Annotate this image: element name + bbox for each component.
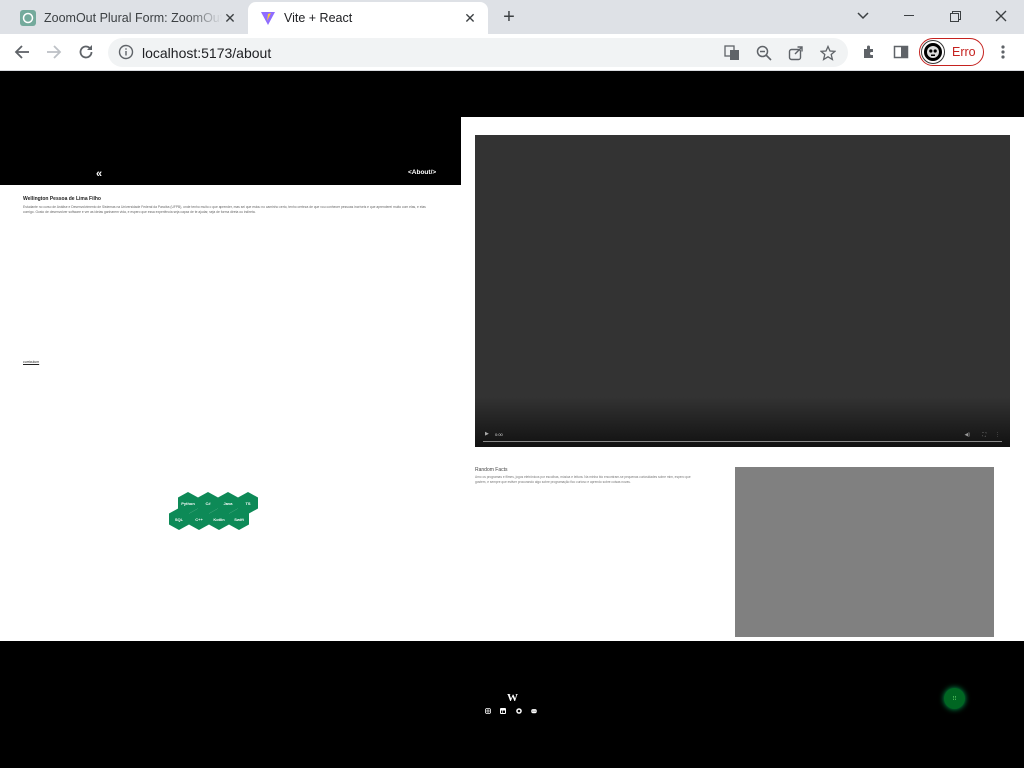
- tab-title: ZoomOut Plural Form: ZoomOut: [44, 11, 222, 25]
- new-tab-button[interactable]: +: [498, 6, 520, 28]
- video-progress-bar[interactable]: [483, 441, 1002, 442]
- github-icon[interactable]: [516, 708, 522, 714]
- chatgpt-icon: [20, 10, 36, 26]
- kebab-menu-icon[interactable]: [990, 39, 1016, 65]
- profile-label: Erro: [952, 45, 976, 59]
- tab-search-chevron-icon[interactable]: [840, 0, 886, 32]
- fullscreen-icon[interactable]: ⛶: [982, 432, 986, 438]
- zoom-out-icon[interactable]: [754, 43, 774, 63]
- back-link[interactable]: «: [96, 168, 102, 180]
- page-title: <About/>: [408, 169, 437, 176]
- play-icon[interactable]: ▶: [485, 431, 489, 437]
- back-arrow-icon[interactable]: [9, 39, 35, 65]
- close-icon[interactable]: ✕: [222, 10, 238, 26]
- url-text: localhost:5173/about: [142, 45, 272, 61]
- profile-name: Wellington Pessoa de Lima Filho: [23, 196, 101, 202]
- footer: W ⁝⁝: [0, 641, 1024, 768]
- profile-button[interactable]: Erro: [919, 38, 984, 66]
- matrix-badge-icon[interactable]: ⁝⁝: [944, 688, 965, 709]
- close-window-button[interactable]: [978, 0, 1024, 32]
- about-header: « <About/>: [0, 117, 461, 185]
- reload-icon[interactable]: [73, 39, 99, 65]
- side-panel-icon[interactable]: [888, 39, 914, 65]
- translate-icon[interactable]: [722, 43, 742, 63]
- browser-toolbar: localhost:5173/about Erro: [0, 34, 1024, 71]
- site-info-icon[interactable]: [118, 44, 134, 60]
- address-bar[interactable]: localhost:5173/about: [108, 38, 848, 67]
- share-icon[interactable]: [786, 43, 806, 63]
- extensions-puzzle-icon[interactable]: [856, 39, 882, 65]
- browser-tab-zoomout[interactable]: ZoomOut Plural Form: ZoomOut ✕: [8, 2, 248, 34]
- avatar: [922, 41, 944, 63]
- tab-title: Vite + React: [284, 11, 353, 25]
- bookmark-star-icon[interactable]: [818, 43, 838, 63]
- placeholder-image: [735, 467, 994, 637]
- browser-tab-vite[interactable]: Vite + React ✕: [248, 2, 488, 34]
- close-icon[interactable]: ✕: [462, 10, 478, 26]
- vite-icon: [260, 10, 276, 26]
- random-facts-text: Amo os programas e filmes, jogos eletrôn…: [475, 475, 691, 484]
- footer-logo: W: [507, 692, 518, 704]
- volume-icon[interactable]: ◀): [964, 432, 970, 438]
- video-time: 0:00: [495, 432, 503, 437]
- random-facts-title: Random Facts: [475, 467, 508, 473]
- minimize-button[interactable]: [886, 0, 932, 32]
- linkedin-icon[interactable]: [500, 708, 506, 714]
- curriculum-link[interactable]: curriculum: [23, 360, 39, 364]
- browser-tab-bar: ZoomOut Plural Form: ZoomOut ✕ Vite + Re…: [0, 0, 1024, 34]
- restore-button[interactable]: [932, 0, 978, 32]
- top-black-band: [0, 71, 1024, 117]
- bio-text: Estudante no curso de Análise e Desenvol…: [23, 205, 426, 214]
- instagram-icon[interactable]: [485, 708, 491, 714]
- video-controls-bg: [475, 397, 1010, 447]
- forward-arrow-icon[interactable]: [41, 39, 67, 65]
- video-options-icon[interactable]: ⋮: [995, 432, 1000, 438]
- discord-icon[interactable]: [531, 708, 537, 714]
- video-player[interactable]: ▶ 0:00 ◀) ⛶ ⋮: [475, 135, 1010, 447]
- page-viewport: « <About/> ▶ 0:00 ◀) ⛶ ⋮ Wellington Pess…: [0, 71, 1024, 768]
